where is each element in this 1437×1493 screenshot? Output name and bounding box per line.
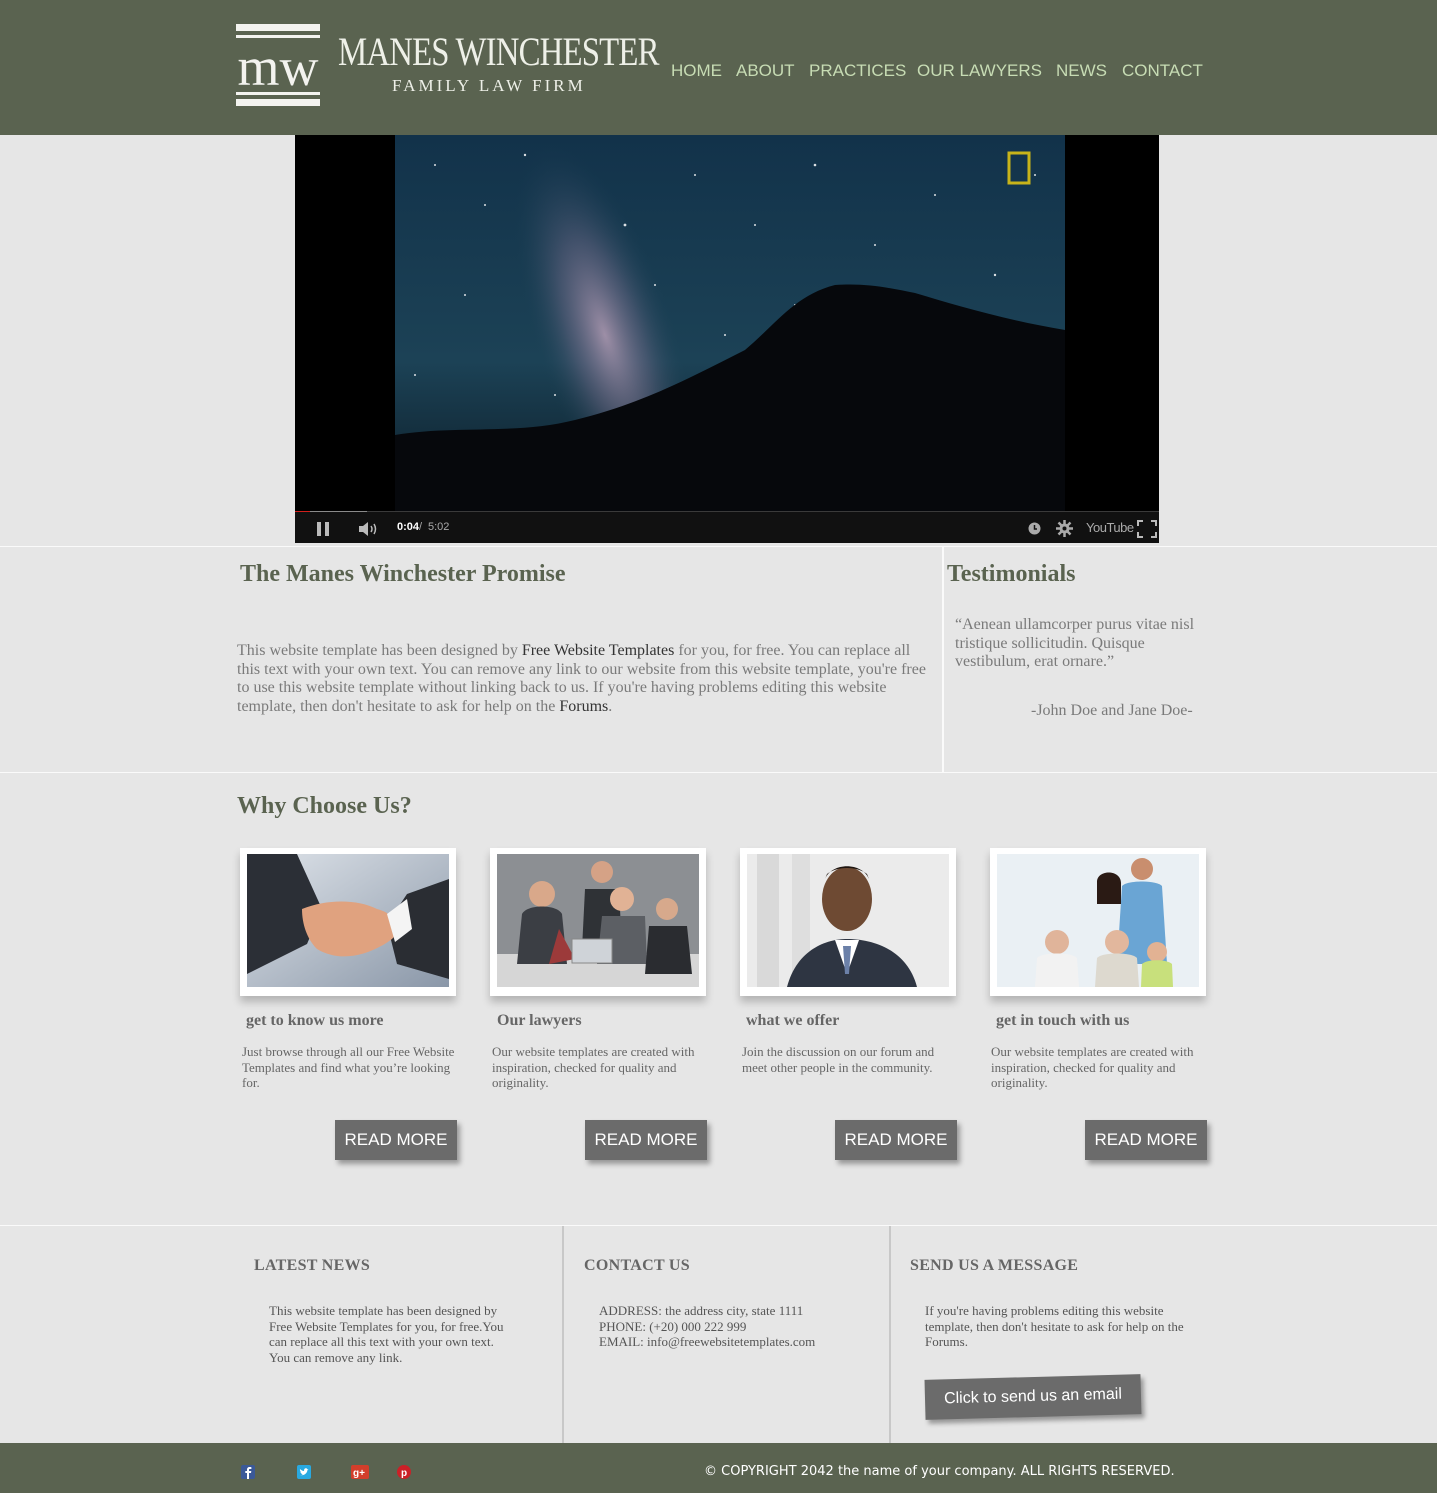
contact-details: ADDRESS: the address city, state 1111 PH… — [599, 1303, 869, 1350]
twitter-icon[interactable] — [297, 1465, 311, 1479]
fullscreen-icon[interactable] — [1137, 520, 1157, 538]
video-player[interactable] — [295, 135, 1159, 543]
card-image-business-meeting[interactable] — [490, 848, 706, 996]
svg-text:g+: g+ — [353, 1468, 365, 1479]
send-message-text: If you're having problems editing this w… — [925, 1303, 1184, 1349]
card-text: Just browse through all our Free Website… — [242, 1044, 455, 1090]
send-message-heading: SEND US A MESSAGE — [910, 1257, 1079, 1274]
card-title: what we offer — [746, 1012, 840, 1029]
send-email-button[interactable]: Click to send us an email — [924, 1374, 1142, 1420]
card-image-businessman[interactable] — [740, 848, 956, 996]
latest-news-text: This website template has been designed … — [269, 1303, 504, 1365]
pinterest-icon[interactable]: p — [397, 1465, 411, 1479]
divider — [0, 772, 1437, 773]
why-choose-heading: Why Choose Us? — [237, 793, 412, 819]
contact-us-heading: CONTACT US — [584, 1257, 690, 1274]
card-text: Join the discussion on our forum and mee… — [742, 1044, 935, 1075]
read-more-button[interactable]: READ MORE — [585, 1120, 707, 1160]
read-more-button[interactable]: READ MORE — [835, 1120, 957, 1160]
latest-news-heading: LATEST NEWS — [254, 1257, 371, 1274]
divider — [942, 547, 944, 772]
business-meeting-image — [497, 854, 699, 987]
promise-text-part: This website template has been designed … — [237, 642, 522, 659]
card-image-handshake[interactable] — [240, 848, 456, 996]
card-title: Our lawyers — [497, 1012, 582, 1029]
read-more-button[interactable]: READ MORE — [335, 1120, 457, 1160]
google-plus-icon[interactable]: g+ — [351, 1465, 369, 1479]
video-duration: 5:02 — [428, 521, 450, 533]
video-time-separator: / — [419, 521, 423, 533]
card-text: Our website templates are created with i… — [492, 1044, 695, 1090]
svg-text:p: p — [401, 1468, 407, 1479]
forums-link[interactable]: Forums — [559, 698, 608, 715]
divider — [0, 1225, 1437, 1226]
clock-icon[interactable] — [1028, 522, 1041, 535]
logo-icon[interactable]: mw — [236, 24, 320, 106]
pause-icon[interactable] — [316, 522, 330, 536]
divider — [0, 546, 1437, 547]
facebook-icon[interactable] — [241, 1465, 255, 1479]
card-title: get in touch with us — [996, 1012, 1130, 1029]
contact-email[interactable]: EMAIL: info@freewebsitetemplates.com — [599, 1334, 869, 1350]
nav-our-lawyers[interactable]: OUR LAWYERS — [917, 61, 1042, 81]
video-current-time: 0:04 — [397, 521, 420, 533]
handshake-image — [247, 854, 449, 987]
card-text: Our website templates are created with i… — [991, 1044, 1194, 1090]
promise-heading: The Manes Winchester Promise — [240, 561, 566, 587]
nav-practices[interactable]: PRACTICES — [809, 61, 906, 81]
contact-address: ADDRESS: the address city, state 1111 — [599, 1303, 804, 1318]
card-title: get to know us more — [246, 1012, 384, 1029]
divider — [889, 1226, 891, 1443]
promise-text: This website template has been designed … — [237, 642, 937, 716]
free-website-templates-link[interactable]: Free Website Templates — [522, 642, 675, 659]
firm-name: MANES WINCHESTER — [338, 29, 659, 74]
divider — [562, 1226, 564, 1443]
youtube-logo[interactable]: YouTube — [1086, 520, 1134, 535]
video-frame-starry-sky — [395, 135, 1065, 513]
testimonial-author: -John Doe and Jane Doe- — [1031, 702, 1193, 719]
businessman-portrait-image — [747, 854, 949, 987]
nav-home[interactable]: HOME — [671, 61, 722, 81]
family-image — [997, 854, 1199, 987]
gear-icon[interactable] — [1056, 520, 1073, 537]
volume-icon[interactable] — [358, 521, 378, 537]
copyright-text: © COPYRIGHT 2042 the name of your compan… — [704, 1464, 1175, 1479]
card-image-family[interactable] — [990, 848, 1206, 996]
firm-subtitle: FAMILY LAW FIRM — [392, 76, 586, 95]
nav-news[interactable]: NEWS — [1056, 61, 1107, 81]
promise-text-part: . — [608, 697, 613, 715]
contact-phone: PHONE: (+20) 000 222 999 — [599, 1318, 747, 1334]
svg-text:mw: mw — [238, 37, 319, 97]
testimonials-heading: Testimonials — [947, 561, 1076, 587]
read-more-button[interactable]: READ MORE — [1085, 1120, 1207, 1160]
nav-contact[interactable]: CONTACT — [1122, 61, 1203, 81]
testimonial-quote: “Aenean ullamcorper purus vitae nisl tri… — [955, 616, 1195, 670]
nav-about[interactable]: ABOUT — [736, 61, 795, 81]
